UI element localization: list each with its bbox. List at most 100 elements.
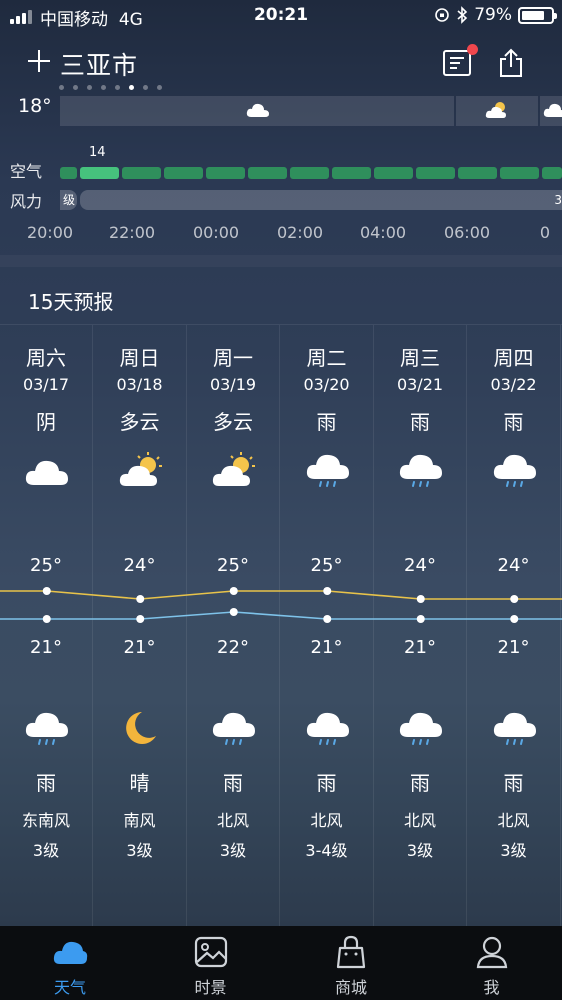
partly-cloudy-icon [118, 451, 164, 489]
day-condition: 多云 [213, 410, 253, 434]
rain-icon [211, 709, 257, 747]
night-condition: 雨 [316, 771, 337, 795]
rain-icon [305, 709, 351, 747]
low-temp: 21° [404, 637, 436, 658]
forecast-date: 03/19 [209, 375, 257, 394]
forecast-date: 03/17 [22, 375, 70, 394]
low-temp: 21° [497, 637, 530, 658]
page-indicator [59, 85, 162, 90]
wind-level: 3-4级 [305, 841, 348, 860]
wind-level-right: 3级 [80, 190, 562, 210]
tab-user[interactable]: 我 [422, 926, 562, 1000]
day-condition: 雨 [316, 410, 337, 434]
tab-label: 商城 [334, 978, 367, 997]
aqi-bars [60, 167, 562, 179]
moon-icon [118, 709, 164, 747]
day-condition: 阴 [36, 410, 56, 434]
day-of-week: 周三 [400, 346, 440, 370]
night-condition: 雨 [36, 771, 56, 795]
wind-direction: 北风 [310, 811, 343, 830]
page-dot [157, 85, 162, 90]
tab-label: 我 [483, 978, 500, 997]
tab-weather-cloud[interactable]: 天气 [0, 926, 140, 1000]
wind-level: 3级 [219, 841, 247, 860]
low-temp: 21° [30, 637, 62, 658]
night-condition: 晴 [129, 771, 150, 795]
day-of-week: 周二 [306, 346, 347, 370]
share-icon[interactable] [497, 48, 525, 78]
forecast-day[interactable]: 周三 03/21 雨 24° 21° 雨北风 3级 [374, 325, 467, 927]
forecast-day[interactable]: 周日 03/18 多云 24° 21° 晴南风 3级 [94, 325, 187, 927]
hour-label: 20:00 [26, 223, 74, 242]
page-dot [115, 85, 120, 90]
divider [0, 255, 562, 267]
cloud-icon [543, 103, 562, 117]
day-condition: 雨 [410, 410, 430, 434]
aqi-value: 14 [89, 145, 106, 160]
hourly-weather-bar [540, 96, 562, 126]
night-condition: 雨 [503, 771, 524, 795]
cloud-icon [246, 103, 269, 117]
page-dot [59, 85, 64, 90]
low-temp: 21° [310, 637, 343, 658]
low-temp: 22° [217, 637, 249, 658]
news-icon[interactable] [443, 50, 471, 76]
wind-direction: 南风 [123, 811, 156, 830]
header: 三亚市 [0, 44, 562, 84]
hour-label: 22:00 [108, 223, 156, 242]
wind-level: 3级 [500, 841, 527, 860]
day-condition: 雨 [503, 410, 524, 434]
page-dot [129, 85, 134, 90]
partly-cloudy-icon [485, 102, 506, 118]
forecast-grid[interactable]: 周四 03/22 雨 24° 21° 雨北风 3级 周三 03/21 雨 24° 21° 雨北风 3级 周二… [0, 324, 562, 927]
hour-axis: 20:00 22:00 00:00 02:00 04:00 06:00 0 [0, 223, 562, 245]
forecast-day[interactable]: 周四 03/22 雨 24° 21° 雨北风 3级 [468, 325, 561, 927]
high-temp: 24° [404, 555, 436, 576]
rotation-lock-icon [435, 8, 450, 22]
wind-level-left: 级 [60, 190, 77, 210]
tab-bar: 天气 时景 商城 我 [0, 926, 562, 1000]
wind-label: 风力 [10, 192, 43, 211]
low-temp: 21° [123, 637, 156, 658]
hour-label: 04:00 [359, 223, 407, 242]
wind-bar: 级 3级 [60, 190, 562, 210]
tab-shop-bag[interactable]: 商城 [281, 926, 421, 1000]
hourly-weather-bar [456, 96, 538, 126]
wind-level: 3级 [126, 841, 153, 860]
page-dot [143, 85, 148, 90]
day-of-week: 周四 [493, 346, 534, 370]
hourly-weather-bar [60, 96, 454, 126]
partly-cloudy-icon [211, 451, 257, 489]
hour-label: 00:00 [192, 223, 240, 242]
wind-direction: 东南风 [21, 811, 70, 830]
status-indicators: 79% [434, 5, 557, 25]
forecast-day[interactable]: 周二 03/20 雨 25° 21° 雨北风 3-4级 [281, 325, 374, 927]
air-quality-label: 空气 [10, 162, 43, 181]
rain-icon [398, 709, 444, 747]
hour-label: 06:00 [443, 223, 491, 242]
battery-percent: 79% [474, 5, 512, 25]
wind-level: 3级 [32, 841, 60, 860]
high-temp: 25° [30, 555, 62, 576]
city-name[interactable]: 三亚市 [60, 46, 138, 82]
day-of-week: 周六 [26, 346, 66, 370]
status-bar: 中国移动 4G 20:21 79% [0, 0, 562, 32]
add-city-icon[interactable] [28, 50, 50, 72]
hour-label: 02:00 [276, 223, 324, 242]
night-condition: 雨 [223, 771, 243, 795]
rain-icon [492, 451, 538, 489]
forecast-day[interactable]: 周一 03/19 多云 25° 22° 雨北风 3级 [187, 325, 280, 927]
day-of-week: 周一 [213, 346, 253, 370]
notification-dot [467, 44, 478, 55]
page-dot [87, 85, 92, 90]
high-temp: 25° [310, 555, 343, 576]
tab-photo[interactable]: 时景 [141, 926, 281, 1000]
day-condition: 多云 [119, 410, 160, 434]
wind-direction: 北风 [403, 811, 436, 830]
forecast-day[interactable]: 周六 03/17 阴 25° 21° 雨东南风 3级 [0, 325, 93, 927]
forecast-date: 03/20 [303, 375, 350, 394]
day-of-week: 周日 [119, 346, 160, 370]
page-dot [101, 85, 106, 90]
forecast-title: 15天预报 [28, 290, 114, 314]
high-temp: 24° [497, 555, 530, 576]
